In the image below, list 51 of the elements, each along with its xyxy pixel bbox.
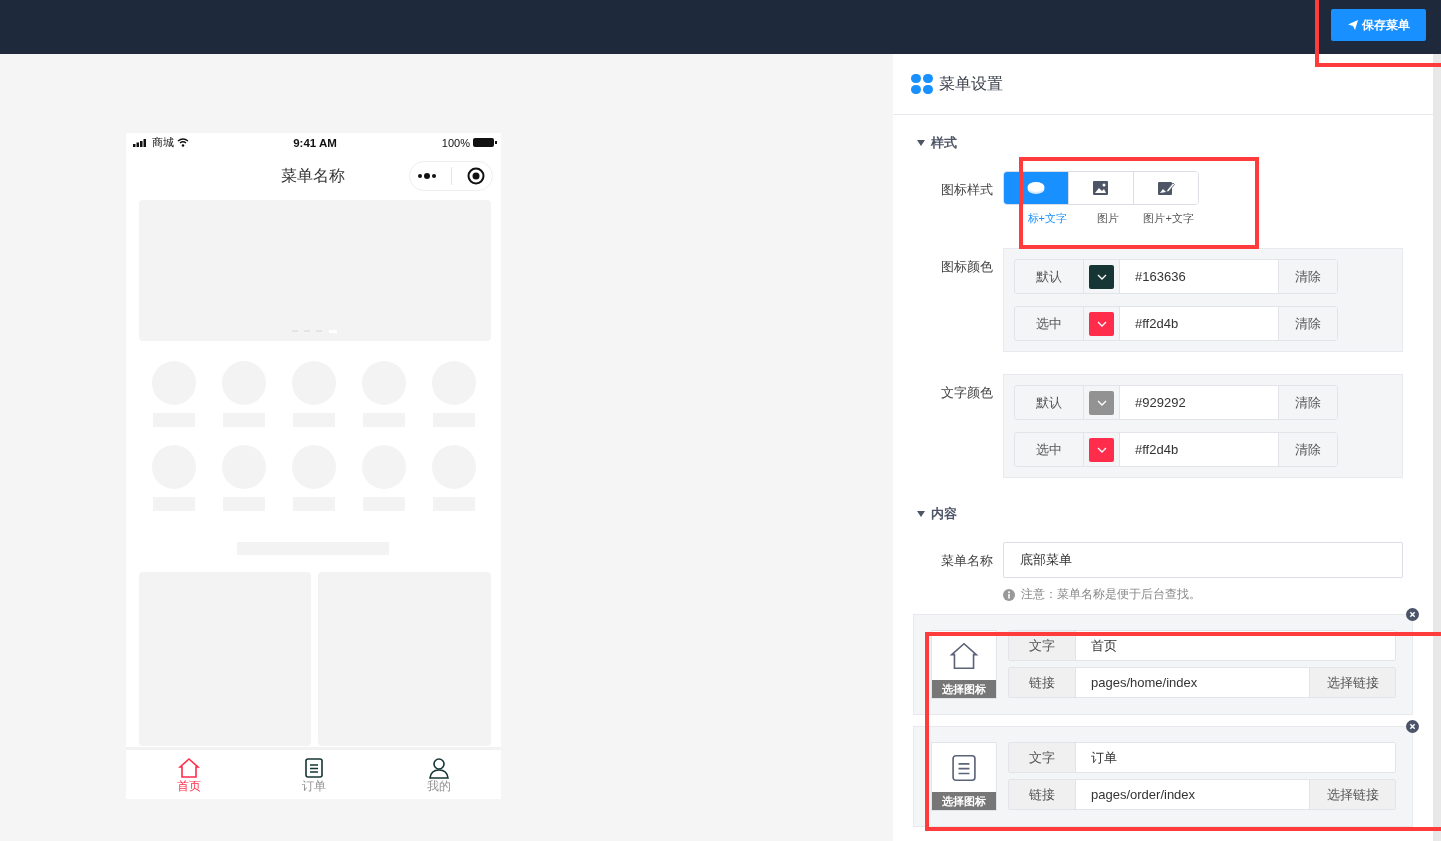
image-icon: [1092, 180, 1110, 196]
field-label: 文字颜色: [940, 384, 994, 402]
color-label: 选中: [1015, 307, 1084, 340]
list-icon: [949, 753, 979, 783]
panel-title: 菜单设置: [939, 73, 1003, 94]
wifi-icon: [177, 138, 189, 147]
grid-icon: [911, 74, 933, 94]
color-swatch[interactable]: [1089, 311, 1114, 336]
page-title: 菜单名称: [281, 165, 345, 186]
color-swatch[interactable]: [1089, 264, 1114, 289]
color-input[interactable]: #ff2d4b: [1120, 307, 1279, 340]
color-input[interactable]: #ff2d4b: [1120, 433, 1279, 466]
color-label: 选中: [1015, 433, 1084, 466]
section-toggle[interactable]: 样式: [913, 135, 967, 151]
section-toggle[interactable]: 内容: [913, 506, 967, 522]
color-swatch[interactable]: [1089, 390, 1114, 415]
close-icon[interactable]: [1406, 608, 1419, 621]
color-label: 默认: [1015, 260, 1084, 293]
send-icon: [1347, 20, 1358, 30]
battery-label: 100%: [441, 136, 470, 149]
color-swatch[interactable]: [1089, 437, 1114, 462]
status-time: 9:41 AM: [293, 136, 337, 149]
list-icon: [302, 756, 325, 779]
color-input[interactable]: #929292: [1120, 386, 1279, 419]
close-icon[interactable]: [1406, 720, 1419, 733]
field-label: 菜单名称: [940, 552, 994, 570]
battery-icon: [473, 138, 497, 147]
field-label: 图标样式: [940, 181, 994, 199]
home-icon: [949, 641, 979, 671]
carrier-label: 商城: [152, 135, 174, 150]
info-icon: [1003, 588, 1015, 601]
icon-picker[interactable]: 选择图标: [931, 742, 997, 811]
tab-item[interactable]: 首页: [126, 750, 251, 799]
color-label: 默认: [1015, 386, 1084, 419]
note-text: 注意：菜单名称是便于后台查找。: [1021, 586, 1201, 603]
scrollbar[interactable]: [1433, 54, 1441, 841]
option-label: 图片+文字: [1142, 211, 1195, 226]
target-icon: [466, 167, 485, 185]
more-icon: [417, 173, 438, 179]
menu-name-field[interactable]: 底部菜单: [1003, 542, 1403, 578]
option-label: 标+文字: [1026, 211, 1069, 226]
icon-picker[interactable]: 选择图标: [931, 630, 997, 699]
color-input[interactable]: #163636: [1120, 260, 1279, 293]
option-label: 图片: [1096, 211, 1120, 226]
signal-icon: [133, 138, 149, 147]
field-label: 图标颜色: [940, 258, 994, 276]
style-option[interactable]: [1004, 172, 1069, 204]
stack-icon: [1027, 180, 1045, 196]
user-icon: [427, 756, 450, 779]
home-icon: [177, 756, 200, 779]
image-edit-icon: [1157, 180, 1175, 196]
